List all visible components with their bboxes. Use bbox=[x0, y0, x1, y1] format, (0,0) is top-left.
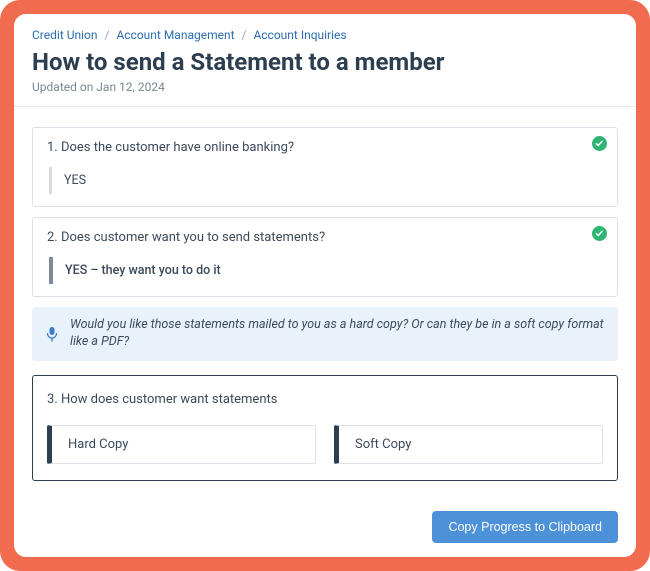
breadcrumb-separator: / bbox=[242, 28, 247, 42]
option-hard-copy[interactable]: Hard Copy bbox=[47, 425, 316, 464]
article-panel: Credit Union / Account Management / Acco… bbox=[14, 14, 636, 557]
divider bbox=[14, 106, 636, 107]
step-question: 1. Does the customer have online banking… bbox=[47, 140, 603, 155]
check-icon bbox=[592, 136, 607, 151]
step-question: 2. Does customer want you to send statem… bbox=[47, 230, 603, 245]
script-prompt: Would you like those statements mailed t… bbox=[32, 307, 618, 361]
check-icon bbox=[592, 226, 607, 241]
highlight-frame: Credit Union / Account Management / Acco… bbox=[0, 0, 650, 571]
step-answer[interactable]: YES bbox=[49, 167, 603, 194]
answer-options: Hard Copy Soft Copy bbox=[47, 425, 603, 464]
breadcrumb-separator: / bbox=[105, 28, 110, 42]
option-soft-copy[interactable]: Soft Copy bbox=[334, 425, 603, 464]
page-title: How to send a Statement to a member bbox=[32, 48, 618, 76]
breadcrumb-link-3[interactable]: Account Inquiries bbox=[253, 28, 346, 42]
workflow-step-3: 3. How does customer want statements Har… bbox=[32, 375, 618, 481]
step-question: 3. How does customer want statements bbox=[47, 392, 603, 407]
breadcrumb-link-2[interactable]: Account Management bbox=[116, 28, 234, 42]
breadcrumb-link-1[interactable]: Credit Union bbox=[32, 28, 98, 42]
script-prompt-text: Would you like those statements mailed t… bbox=[70, 317, 606, 351]
workflow-step-2: 2. Does customer want you to send statem… bbox=[32, 217, 618, 297]
breadcrumb: Credit Union / Account Management / Acco… bbox=[32, 28, 618, 42]
step-answer[interactable]: YES – they want you to do it bbox=[49, 257, 603, 284]
microphone-icon bbox=[44, 326, 60, 342]
updated-date: Updated on Jan 12, 2024 bbox=[32, 80, 618, 94]
copy-progress-button[interactable]: Copy Progress to Clipboard bbox=[432, 511, 618, 543]
workflow-step-1: 1. Does the customer have online banking… bbox=[32, 127, 618, 207]
